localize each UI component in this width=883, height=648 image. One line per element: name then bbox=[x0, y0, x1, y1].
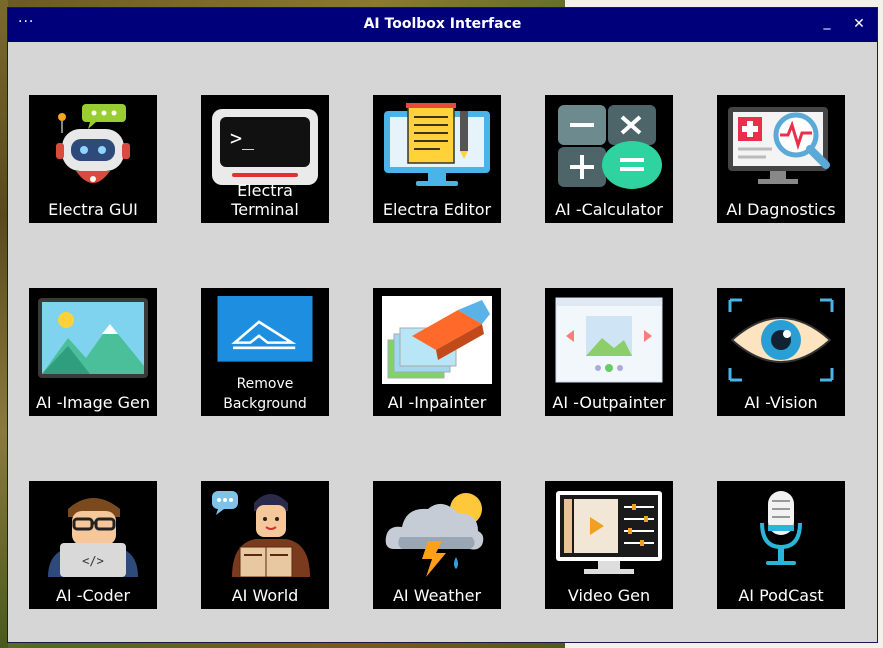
tool-label: AI -Image Gen bbox=[35, 393, 151, 412]
tool-label-line-1: Remove bbox=[236, 376, 294, 392]
inpainter-icon bbox=[382, 296, 492, 384]
tool-ai-inpainter-button[interactable]: AI -Inpainter bbox=[373, 288, 501, 416]
desktop-background-left bbox=[0, 0, 8, 648]
video-editor-icon bbox=[556, 491, 662, 574]
tool-ai-diagnostics-button[interactable]: AI Dagnostics bbox=[717, 95, 845, 223]
title-bar[interactable]: ··· AI Toolbox Interface _ ✕ bbox=[8, 8, 877, 42]
tool-ai-coder-button[interactable]: </> AI -Coder bbox=[29, 481, 157, 609]
tool-label: AI -Coder bbox=[55, 586, 131, 605]
eye-vision-icon bbox=[728, 298, 834, 382]
minimize-button[interactable]: _ bbox=[818, 14, 836, 30]
svg-text:>_: >_ bbox=[230, 126, 255, 150]
tool-ai-podcast-button[interactable]: AI PodCast bbox=[717, 481, 845, 609]
tool-ai-world-button[interactable]: AI World bbox=[201, 481, 329, 609]
tool-label: AI World bbox=[231, 586, 299, 605]
tool-ai-outpainter-button[interactable]: AI -Outpainter bbox=[545, 288, 673, 416]
window-title: AI Toolbox Interface bbox=[363, 16, 522, 32]
weather-storm-icon bbox=[385, 493, 484, 577]
tool-ai-image-gen-button[interactable]: AI -Image Gen bbox=[29, 288, 157, 416]
outpainter-icon bbox=[555, 297, 663, 383]
microphone-icon bbox=[760, 491, 802, 565]
tool-label: Electra Editor bbox=[382, 200, 492, 219]
tool-label: AI Weather bbox=[392, 586, 482, 605]
tool-label: AI PodCast bbox=[738, 586, 824, 605]
tool-label: AI -Inpainter bbox=[387, 393, 487, 412]
tool-ai-calculator-button[interactable]: AI -Calculator bbox=[545, 95, 673, 223]
app-window: ··· AI Toolbox Interface _ ✕ Electra GUI bbox=[8, 8, 877, 642]
editor-icon bbox=[384, 103, 490, 186]
tool-label: Video Gen bbox=[567, 586, 651, 605]
diagnostics-icon bbox=[728, 107, 830, 184]
tool-label: Electra GUI bbox=[48, 200, 138, 219]
tool-label: Electra Terminal bbox=[231, 181, 299, 219]
tool-label: AI -Vision bbox=[744, 393, 818, 412]
tool-video-gen-button[interactable]: Video Gen bbox=[545, 481, 673, 609]
tool-electra-editor-button[interactable]: Electra Editor bbox=[373, 95, 501, 223]
tool-grid: Electra GUI >_ Electra Terminal Electra … bbox=[29, 95, 845, 609]
tool-electra-terminal-button[interactable]: >_ Electra Terminal bbox=[201, 95, 329, 223]
tool-ai-weather-button[interactable]: AI Weather bbox=[373, 481, 501, 609]
image-gen-icon bbox=[38, 298, 148, 378]
tool-label: AI Dagnostics bbox=[726, 200, 836, 219]
coder-icon: </> bbox=[48, 498, 138, 577]
tool-remove-background-button[interactable]: Remove Background bbox=[201, 288, 329, 416]
tool-electra-gui-button[interactable]: Electra GUI bbox=[29, 95, 157, 223]
terminal-icon: >_ bbox=[212, 109, 318, 185]
tool-label: AI -Calculator bbox=[555, 200, 663, 219]
eraser-background-icon bbox=[217, 296, 313, 362]
tool-ai-vision-button[interactable]: AI -Vision bbox=[717, 288, 845, 416]
reader-world-icon bbox=[212, 491, 310, 577]
tool-label: Remove Background bbox=[201, 374, 329, 414]
tool-label-line-2: Background bbox=[223, 396, 307, 412]
robot-chat-icon bbox=[56, 104, 130, 183]
svg-text:</>: </> bbox=[82, 554, 104, 568]
calculator-icon bbox=[558, 105, 662, 189]
close-button[interactable]: ✕ bbox=[850, 16, 868, 32]
tool-label: AI -Outpainter bbox=[552, 393, 666, 412]
